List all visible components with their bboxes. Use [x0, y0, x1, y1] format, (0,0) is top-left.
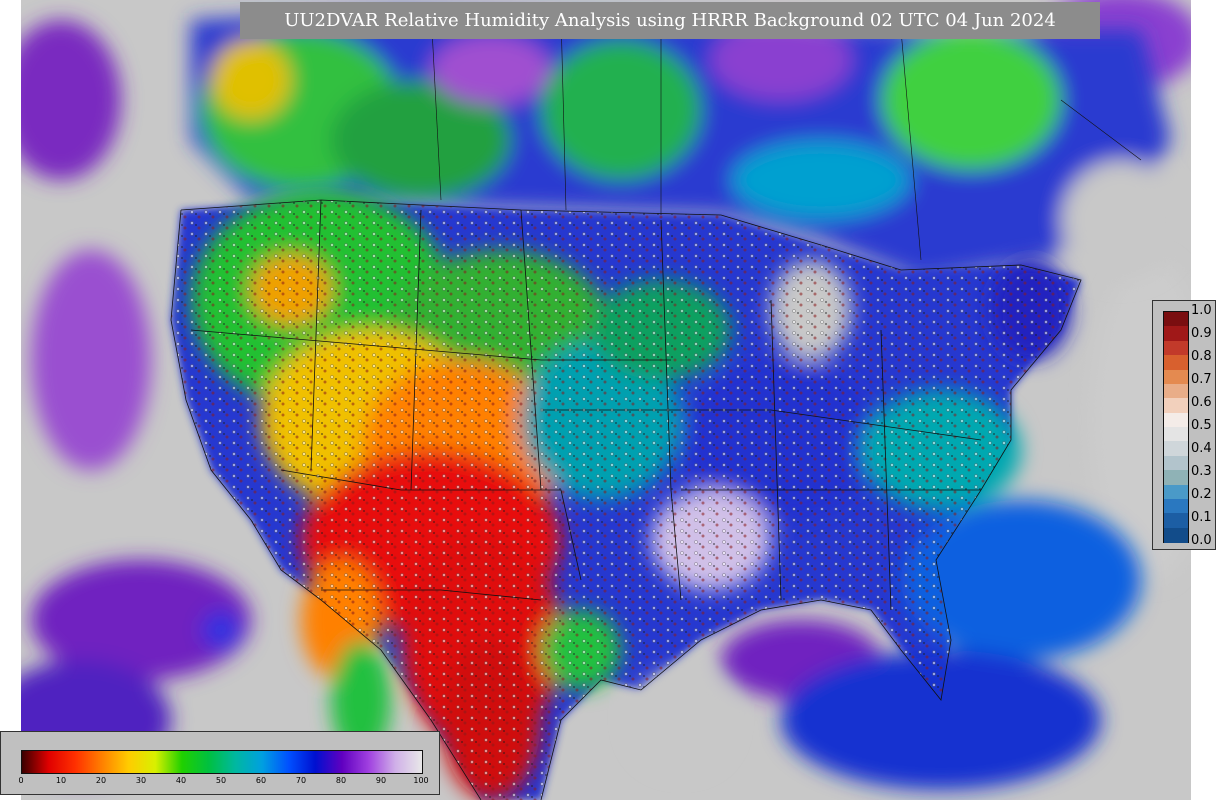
humidity-map[interactable]: [21, 0, 1191, 800]
percent-tick-label: 30: [135, 776, 147, 785]
rh-colorbar-segment: [1164, 398, 1188, 414]
percent-tick-label: 40: [175, 776, 187, 785]
rh-colorbar-gradient: [1163, 311, 1189, 543]
rh-colorbar-segment: [1164, 326, 1188, 342]
rh-tick-label: 0.6: [1191, 395, 1212, 410]
map-canvas: [21, 0, 1191, 800]
rh-tick-label: 0.5: [1191, 418, 1212, 433]
rh-colorbar-segment: [1164, 340, 1188, 356]
rh-tick-label: 0.3: [1191, 464, 1212, 479]
percent-tick-label: 60: [255, 776, 267, 785]
percent-tick-label: 70: [295, 776, 307, 785]
rh-colorbar-segment: [1164, 484, 1188, 500]
percent-tick-label: 100: [413, 776, 429, 785]
relative-humidity-colorbar: 1.0 0.9 0.8 0.7 0.6 0.5 0.4 0.3 0.2 0.1 0.0: [1152, 300, 1216, 550]
rh-tick-label: 0.2: [1191, 487, 1212, 502]
rh-colorbar-segment: [1164, 312, 1188, 327]
rh-colorbar-segment: [1164, 355, 1188, 370]
rh-tick-label: 0.0: [1191, 533, 1212, 548]
percent-colorbar-gradient: [21, 750, 423, 774]
percent-tick-label: 90: [375, 776, 387, 785]
rh-colorbar-segment: [1164, 455, 1188, 471]
rh-tick-label: 1.0: [1191, 303, 1212, 318]
percent-colorbar: 0 10 20 30 40 50 60 70 80 90 100: [0, 731, 440, 795]
percent-tick-label: 50: [215, 776, 227, 785]
rh-colorbar-segment: [1164, 427, 1188, 442]
rh-tick-label: 0.9: [1191, 326, 1212, 341]
rh-colorbar-segment: [1164, 383, 1188, 399]
percent-tick-label: 20: [95, 776, 107, 785]
percent-tick-label: 10: [55, 776, 67, 785]
rh-tick-label: 0.7: [1191, 372, 1212, 387]
percent-tick-label: 0: [18, 776, 24, 785]
rh-colorbar-segment: [1164, 470, 1188, 485]
percent-tick-label: 80: [335, 776, 347, 785]
rh-colorbar-segment: [1164, 369, 1188, 385]
rh-tick-label: 0.4: [1191, 441, 1212, 456]
rh-colorbar-segment: [1164, 441, 1188, 457]
rh-tick-label: 0.8: [1191, 349, 1212, 364]
rh-colorbar-segment: [1164, 412, 1188, 428]
rh-colorbar-segment: [1164, 498, 1188, 514]
rh-colorbar-segment: [1164, 513, 1188, 529]
rh-tick-label: 0.1: [1191, 510, 1212, 525]
rh-colorbar-segment: [1164, 527, 1188, 543]
map-title: UU2DVAR Relative Humidity Analysis using…: [240, 2, 1100, 39]
